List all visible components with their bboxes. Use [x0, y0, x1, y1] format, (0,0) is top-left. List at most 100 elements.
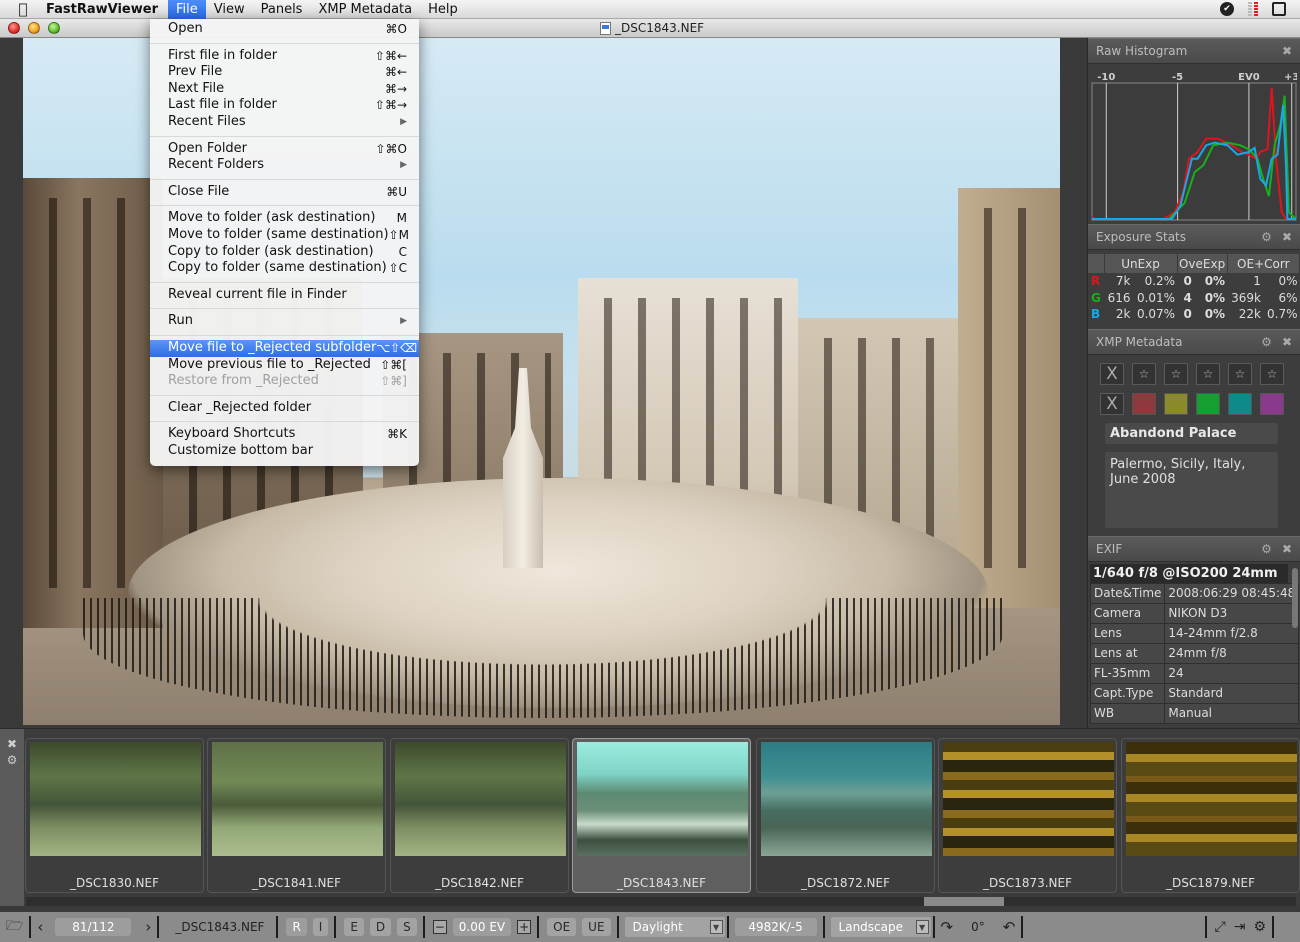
thumbnail-image	[761, 742, 932, 856]
menu-separator	[150, 334, 419, 336]
close-icon[interactable]: ✖	[1282, 44, 1292, 58]
check-shield-icon[interactable]: ✔	[1220, 2, 1234, 16]
temp-tint-value[interactable]: 4982K/-5	[734, 918, 817, 936]
filmstrip-thumbnail[interactable]: _DSC1830.NEF	[25, 738, 204, 893]
menu-item-prev-file[interactable]: Prev File ⌘←	[150, 64, 419, 81]
xmp-title-field[interactable]: Abandond Palace	[1105, 422, 1278, 444]
apple-icon[interactable]: 	[0, 0, 46, 18]
menu-item-keyboard-shortcuts[interactable]: Keyboard Shortcuts ⌘K	[150, 426, 419, 443]
close-icon[interactable]: ✖	[7, 737, 17, 751]
rotate-left-icon[interactable]: ↶	[1003, 916, 1016, 938]
exposure-cell-un-pct: 0.07%	[1136, 307, 1176, 322]
zoom-window-button[interactable]	[48, 22, 60, 34]
close-window-button[interactable]	[8, 22, 20, 34]
color-label-3-button[interactable]	[1196, 392, 1220, 415]
filmstrip-thumbnail[interactable]: _DSC1843.NEF	[572, 738, 751, 893]
reject-flag-button[interactable]: R	[286, 918, 307, 936]
gear-icon[interactable]: ⚙	[1261, 542, 1272, 556]
exposure-cell-oe-count: 0	[1183, 307, 1192, 322]
menu-item-recent-files[interactable]: Recent Files ▶	[150, 114, 419, 131]
menu-item-move-file-to-rejected-subfolder[interactable]: Move file to _Rejected subfolder ⌥⇧⌫	[150, 339, 419, 357]
star-1-icon[interactable]: ☆	[1132, 362, 1156, 385]
exif-scrollbar[interactable]	[1292, 567, 1298, 628]
level-meter-icon[interactable]	[1248, 2, 1258, 16]
filmstrip-thumbnail[interactable]: _DSC1872.NEF	[756, 738, 935, 893]
app-name-menu[interactable]: FastRawViewer	[46, 0, 168, 19]
menu-item-close-file[interactable]: Close File ⌘U	[150, 184, 419, 201]
star-3-icon[interactable]: ☆	[1196, 362, 1220, 385]
xmp-description-field[interactable]: Palermo, Sicily, Italy, June 2008	[1105, 451, 1278, 528]
menu-panels[interactable]: Panels	[253, 0, 311, 19]
menu-item-move-previous-file-to-rejected[interactable]: Move previous file to _Rejected ⇧⌘[	[150, 357, 419, 374]
exif-value: NIKON D3	[1164, 602, 1300, 624]
menu-item-first-file-in-folder[interactable]: First file in folder ⇧⌘←	[150, 48, 419, 65]
divider	[1021, 916, 1024, 938]
d-button[interactable]: D	[369, 918, 392, 936]
wb-preset-select[interactable]: Daylight ▼	[624, 917, 725, 937]
color-label-5-button[interactable]	[1260, 392, 1284, 415]
exposure-plus-button[interactable]: +	[517, 920, 532, 934]
menu-item-open-folder[interactable]: Open Folder ⇧⌘O	[150, 141, 419, 158]
next-file-button[interactable]: ›	[145, 916, 151, 938]
rotate-right-icon[interactable]: ↷	[941, 916, 954, 938]
close-icon[interactable]: ✖	[1282, 230, 1292, 244]
overexposure-button[interactable]: OE	[547, 918, 577, 936]
filmstrip-thumbnail[interactable]: _DSC1841.NEF	[207, 738, 386, 893]
menu-item-next-file[interactable]: Next File ⌘→	[150, 81, 419, 98]
profile-select[interactable]: Landscape ▼	[830, 917, 931, 937]
e-button[interactable]: E	[344, 918, 364, 936]
prev-file-button[interactable]: ‹	[37, 916, 43, 938]
exposure-cell-corr-pct: 0.7%	[1267, 307, 1298, 322]
color-label-2-button[interactable]	[1164, 392, 1188, 415]
menu-item-move-to-folder-ask-destination[interactable]: Move to folder (ask destination) M	[150, 210, 419, 227]
menu-item-clear-rejected-folder[interactable]: Clear _Rejected folder	[150, 400, 419, 417]
exposure-minus-button[interactable]: −	[432, 920, 447, 934]
color-label-4-button[interactable]	[1228, 392, 1252, 415]
menu-item-run[interactable]: Run ▶	[150, 313, 419, 330]
underexposure-button[interactable]: UE	[582, 918, 611, 936]
star-5-icon[interactable]: ☆	[1260, 362, 1284, 385]
gear-icon[interactable]: ⚙	[7, 753, 18, 767]
info-flag-button[interactable]: I	[312, 918, 329, 936]
menu-item-open[interactable]: Open ⌘O	[150, 21, 419, 38]
menu-file[interactable]: File	[167, 0, 206, 19]
color-label-1-button[interactable]	[1132, 392, 1156, 415]
thumbnail-filename: _DSC1843.NEF	[616, 876, 707, 890]
gear-icon[interactable]: ⚙	[1261, 335, 1272, 349]
settings-gear-icon[interactable]: ⚙	[1253, 916, 1266, 938]
s-button[interactable]: S	[397, 918, 417, 936]
filmstrip-thumbnail[interactable]: _DSC1879.NEF	[1121, 738, 1300, 893]
exposure-cell-un-count: 616	[1107, 290, 1131, 305]
filmstrip-scrollbar[interactable]	[26, 897, 1296, 906]
menu-item-recent-folders[interactable]: Recent Folders ▶	[150, 157, 419, 174]
export-icon[interactable]: ⇥	[1234, 916, 1246, 938]
reject-button[interactable]: X	[1100, 362, 1124, 385]
filmstrip-scroll-thumb[interactable]	[924, 897, 1004, 906]
menu-item-shortcut: ⌘→	[384, 81, 407, 96]
window-switch-icon[interactable]	[1272, 2, 1286, 16]
star-4-icon[interactable]: ☆	[1228, 362, 1252, 385]
close-icon[interactable]: ✖	[1282, 335, 1292, 349]
menu-item-last-file-in-folder[interactable]: Last file in folder ⇧⌘→	[150, 97, 419, 114]
filmstrip-thumbnail[interactable]: _DSC1873.NEF	[938, 738, 1117, 893]
menu-item-customize-bottom-bar[interactable]: Customize bottom bar	[150, 443, 419, 460]
clear-color-label-button[interactable]: X	[1100, 392, 1124, 415]
fullscreen-icon[interactable]: ⤢	[1215, 916, 1226, 938]
divider	[29, 916, 32, 938]
filmstrip-thumbnail[interactable]: _DSC1842.NEF	[390, 738, 569, 893]
menu-help[interactable]: Help	[420, 0, 466, 19]
menu-item-reveal-current-file-in-finder[interactable]: Reveal current file in Finder	[150, 287, 419, 304]
minimize-window-button[interactable]	[28, 22, 40, 34]
menu-item-move-to-folder-same-destination[interactable]: Move to folder (same destination) ⇧M	[150, 227, 419, 244]
open-folder-icon[interactable]: 🗁	[6, 916, 23, 938]
menu-view[interactable]: View	[206, 0, 253, 19]
menu-item-restore-from-rejected: Restore from _Rejected ⇧⌘]	[150, 373, 419, 390]
gear-icon[interactable]: ⚙	[1261, 230, 1272, 244]
exposure-stats-table: UnExp OveExp OE+Corr R 7k 0.2% 0 0% 1 0% G 616 0.…	[1088, 250, 1300, 323]
star-2-icon[interactable]: ☆	[1164, 362, 1188, 385]
menu-xmp-metadata[interactable]: XMP Metadata	[310, 0, 420, 19]
close-icon[interactable]: ✖	[1282, 542, 1292, 556]
menu-separator	[150, 205, 419, 207]
menu-item-copy-to-folder-ask-destination[interactable]: Copy to folder (ask destination) C	[150, 244, 419, 261]
menu-item-copy-to-folder-same-destination[interactable]: Copy to folder (same destination) ⇧C	[150, 260, 419, 277]
